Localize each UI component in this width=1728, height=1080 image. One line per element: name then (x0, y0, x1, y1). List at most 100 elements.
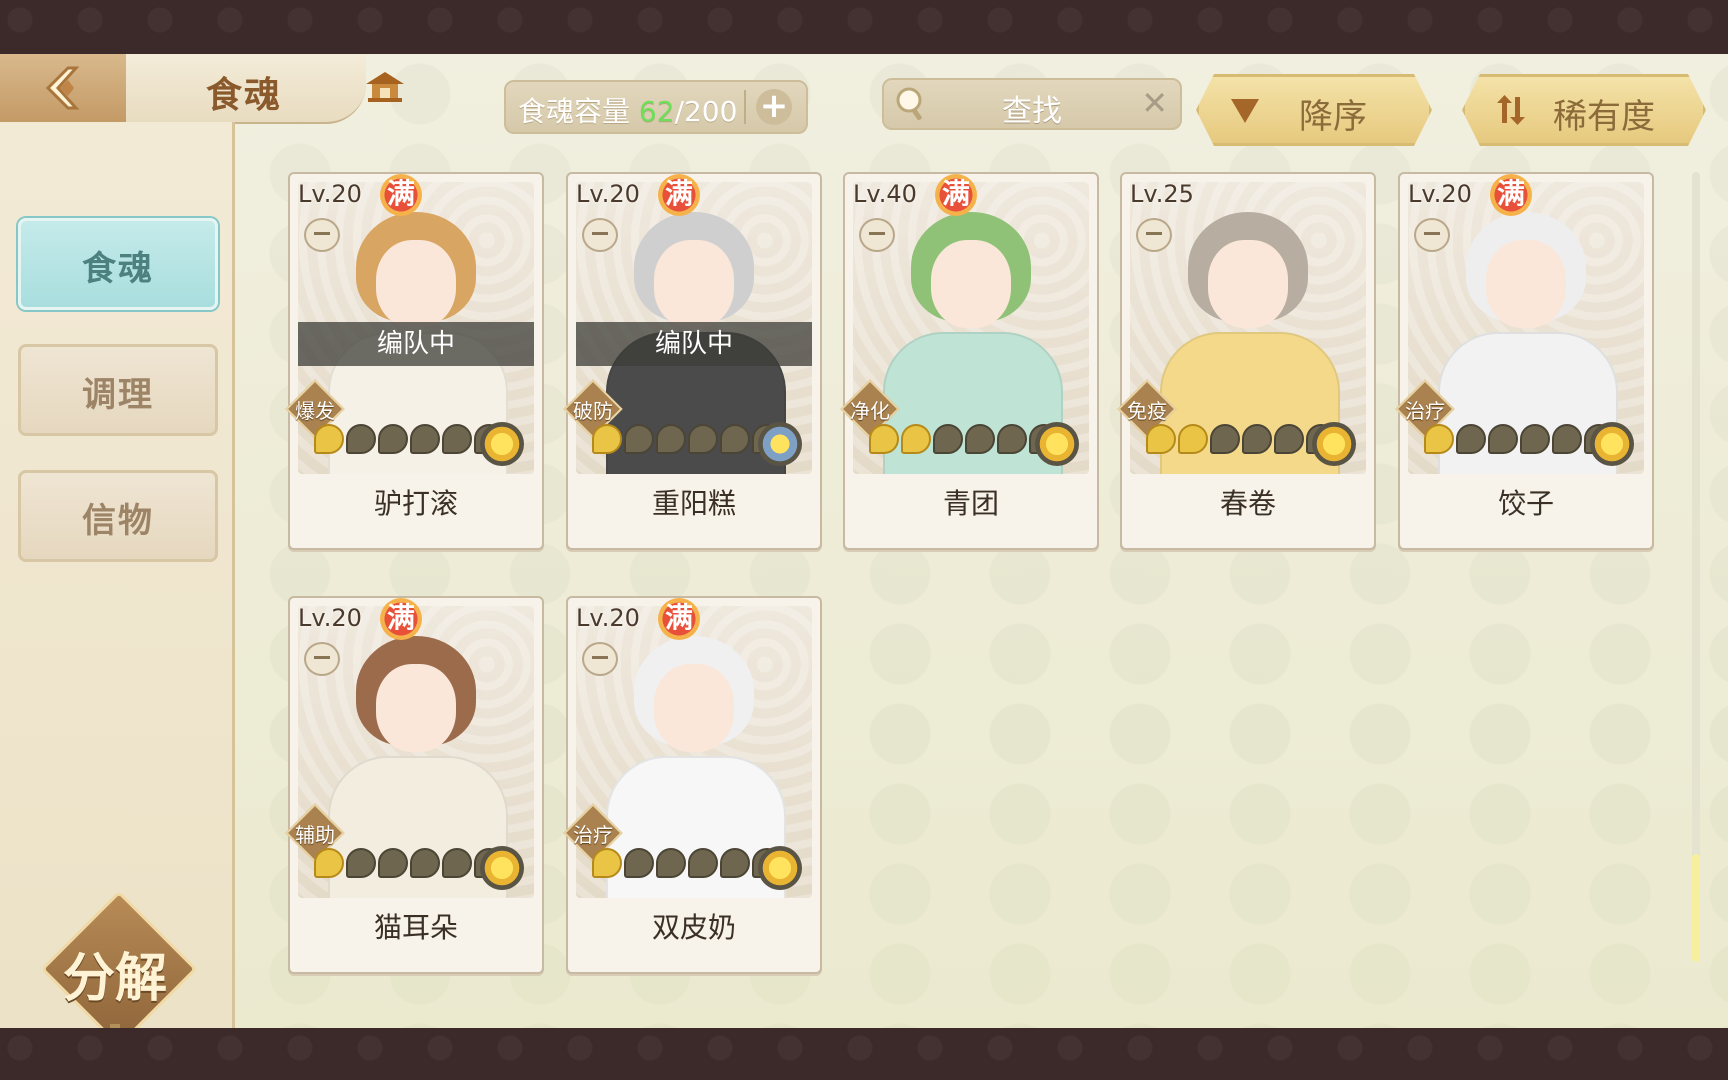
star-filled-icon (314, 424, 344, 454)
star-rating (869, 424, 1061, 460)
star-empty-icon (624, 424, 654, 454)
max-level-badge: 满 (658, 174, 700, 216)
scrollbar-thumb[interactable] (1692, 854, 1700, 962)
search-placeholder: 查找 (1002, 94, 1062, 129)
star-filled-icon (592, 848, 622, 878)
bowl-icon (859, 218, 895, 252)
expand-capacity-button[interactable]: + (756, 89, 792, 125)
flower-icon (480, 846, 524, 890)
food-soul-name: 猫耳朵 (373, 911, 458, 944)
role-label: 治疗 (1405, 399, 1445, 423)
tab-tokens[interactable]: 信物 (18, 470, 218, 562)
portrait-face (931, 240, 1011, 328)
star-filled-icon (1424, 424, 1454, 454)
star-empty-icon (933, 424, 963, 454)
bowl-icon (304, 218, 340, 252)
portrait-face (1486, 240, 1566, 328)
star-rating (1424, 424, 1616, 460)
flower-icon (1035, 422, 1079, 466)
star-rating (1146, 424, 1338, 460)
portrait-face (654, 240, 734, 328)
star-empty-icon (378, 848, 408, 878)
food-soul-card[interactable]: Lv.20 满编队中 破防 重阳糕 (563, 172, 822, 550)
decompose-label: 分解 (62, 949, 167, 1009)
portrait-face (1208, 240, 1288, 328)
back-button[interactable] (0, 54, 130, 124)
star-empty-icon (688, 848, 718, 878)
level-label: Lv.20 (298, 180, 362, 208)
food-soul-card[interactable]: Lv.20 满辅助猫耳朵 (285, 596, 544, 974)
star-empty-icon (1520, 424, 1550, 454)
bowl-icon (304, 642, 340, 676)
star-empty-icon (442, 424, 472, 454)
star-empty-icon (410, 848, 440, 878)
flower-icon (1590, 422, 1634, 466)
star-empty-icon (1488, 424, 1518, 454)
star-empty-icon (656, 424, 686, 454)
food-soul-name: 饺子 (1497, 487, 1554, 520)
sort-order-button[interactable]: 降序 (1196, 74, 1432, 146)
tab-food-souls[interactable]: 食魂 (18, 218, 218, 310)
level-label: Lv.20 (576, 604, 640, 632)
role-label: 免疫 (1127, 399, 1167, 423)
sort-field-button[interactable]: 稀有度 (1462, 74, 1706, 146)
sort-field-label: 稀有度 (1553, 97, 1655, 137)
tab-label: 食魂 (82, 249, 154, 289)
page-title: 食魂 (206, 75, 283, 116)
max-level-badge: 满 (935, 174, 977, 216)
capacity-label: 食魂容量 (518, 95, 631, 128)
bottom-border-band (0, 1028, 1728, 1080)
food-soul-name: 重阳糕 (651, 487, 736, 520)
role-label: 治疗 (573, 823, 613, 847)
star-empty-icon (688, 424, 718, 454)
star-empty-icon (720, 424, 750, 454)
star-empty-icon (442, 848, 472, 878)
in-team-banner: 编队中 (298, 322, 534, 366)
star-filled-icon (1178, 424, 1208, 454)
flower-icon (758, 422, 802, 466)
food-soul-card[interactable]: Lv.20 满编队中 爆发 驴打滚 (285, 172, 544, 550)
bowl-icon (582, 218, 618, 252)
flower-icon (480, 422, 524, 466)
bowl-icon (1136, 218, 1172, 252)
level-label: Lv.20 (298, 604, 362, 632)
capacity-display: 食魂容量 62/200 + (504, 80, 808, 134)
bowl-icon (1414, 218, 1450, 252)
food-soul-card[interactable]: Lv.20 满治疗 双皮奶 (563, 596, 822, 974)
max-level-badge: 满 (658, 598, 700, 640)
page-title-tab: 食魂 (126, 54, 366, 124)
food-soul-name: 青团 (942, 487, 999, 520)
max-level-badge: 满 (1490, 174, 1532, 216)
capacity-total: /200 (674, 95, 738, 128)
star-empty-icon (1456, 424, 1486, 454)
max-level-badge: 满 (380, 598, 422, 640)
star-filled-icon (592, 424, 622, 454)
scrollbar-track[interactable] (1692, 172, 1700, 962)
food-soul-card[interactable]: Lv.40 满净化 青团 (840, 172, 1099, 550)
star-empty-icon (1552, 424, 1582, 454)
level-label: Lv.25 (1130, 180, 1194, 208)
search-input[interactable]: 查找 ✕ (882, 78, 1182, 130)
role-label: 破防 (573, 399, 613, 423)
food-soul-name: 驴打滚 (373, 487, 458, 520)
sidebar: 食魂 调理 信物 分解 (0, 122, 235, 1078)
food-soul-card[interactable]: Lv.25 免疫春卷 (1117, 172, 1376, 550)
role-label: 净化 (850, 399, 890, 423)
tab-label: 信物 (82, 501, 154, 541)
role-label: 辅助 (295, 823, 335, 847)
star-empty-icon (1274, 424, 1304, 454)
tab-cooking[interactable]: 调理 (18, 344, 218, 436)
star-filled-icon (314, 848, 344, 878)
close-icon[interactable]: ✕ (1141, 84, 1168, 122)
portrait-face (654, 664, 734, 752)
star-empty-icon (346, 424, 376, 454)
pavilion-icon[interactable] (364, 70, 406, 104)
capacity-text: 食魂容量 62/200 (518, 90, 737, 130)
decompose-button[interactable]: 分解 (40, 890, 198, 1078)
capacity-current: 62 (638, 95, 675, 128)
food-soul-name: 春卷 (1219, 487, 1276, 520)
star-empty-icon (965, 424, 995, 454)
flower-icon (1312, 422, 1356, 466)
star-rating (592, 424, 784, 460)
food-soul-card[interactable]: Lv.20 满治疗 饺子 (1395, 172, 1654, 550)
